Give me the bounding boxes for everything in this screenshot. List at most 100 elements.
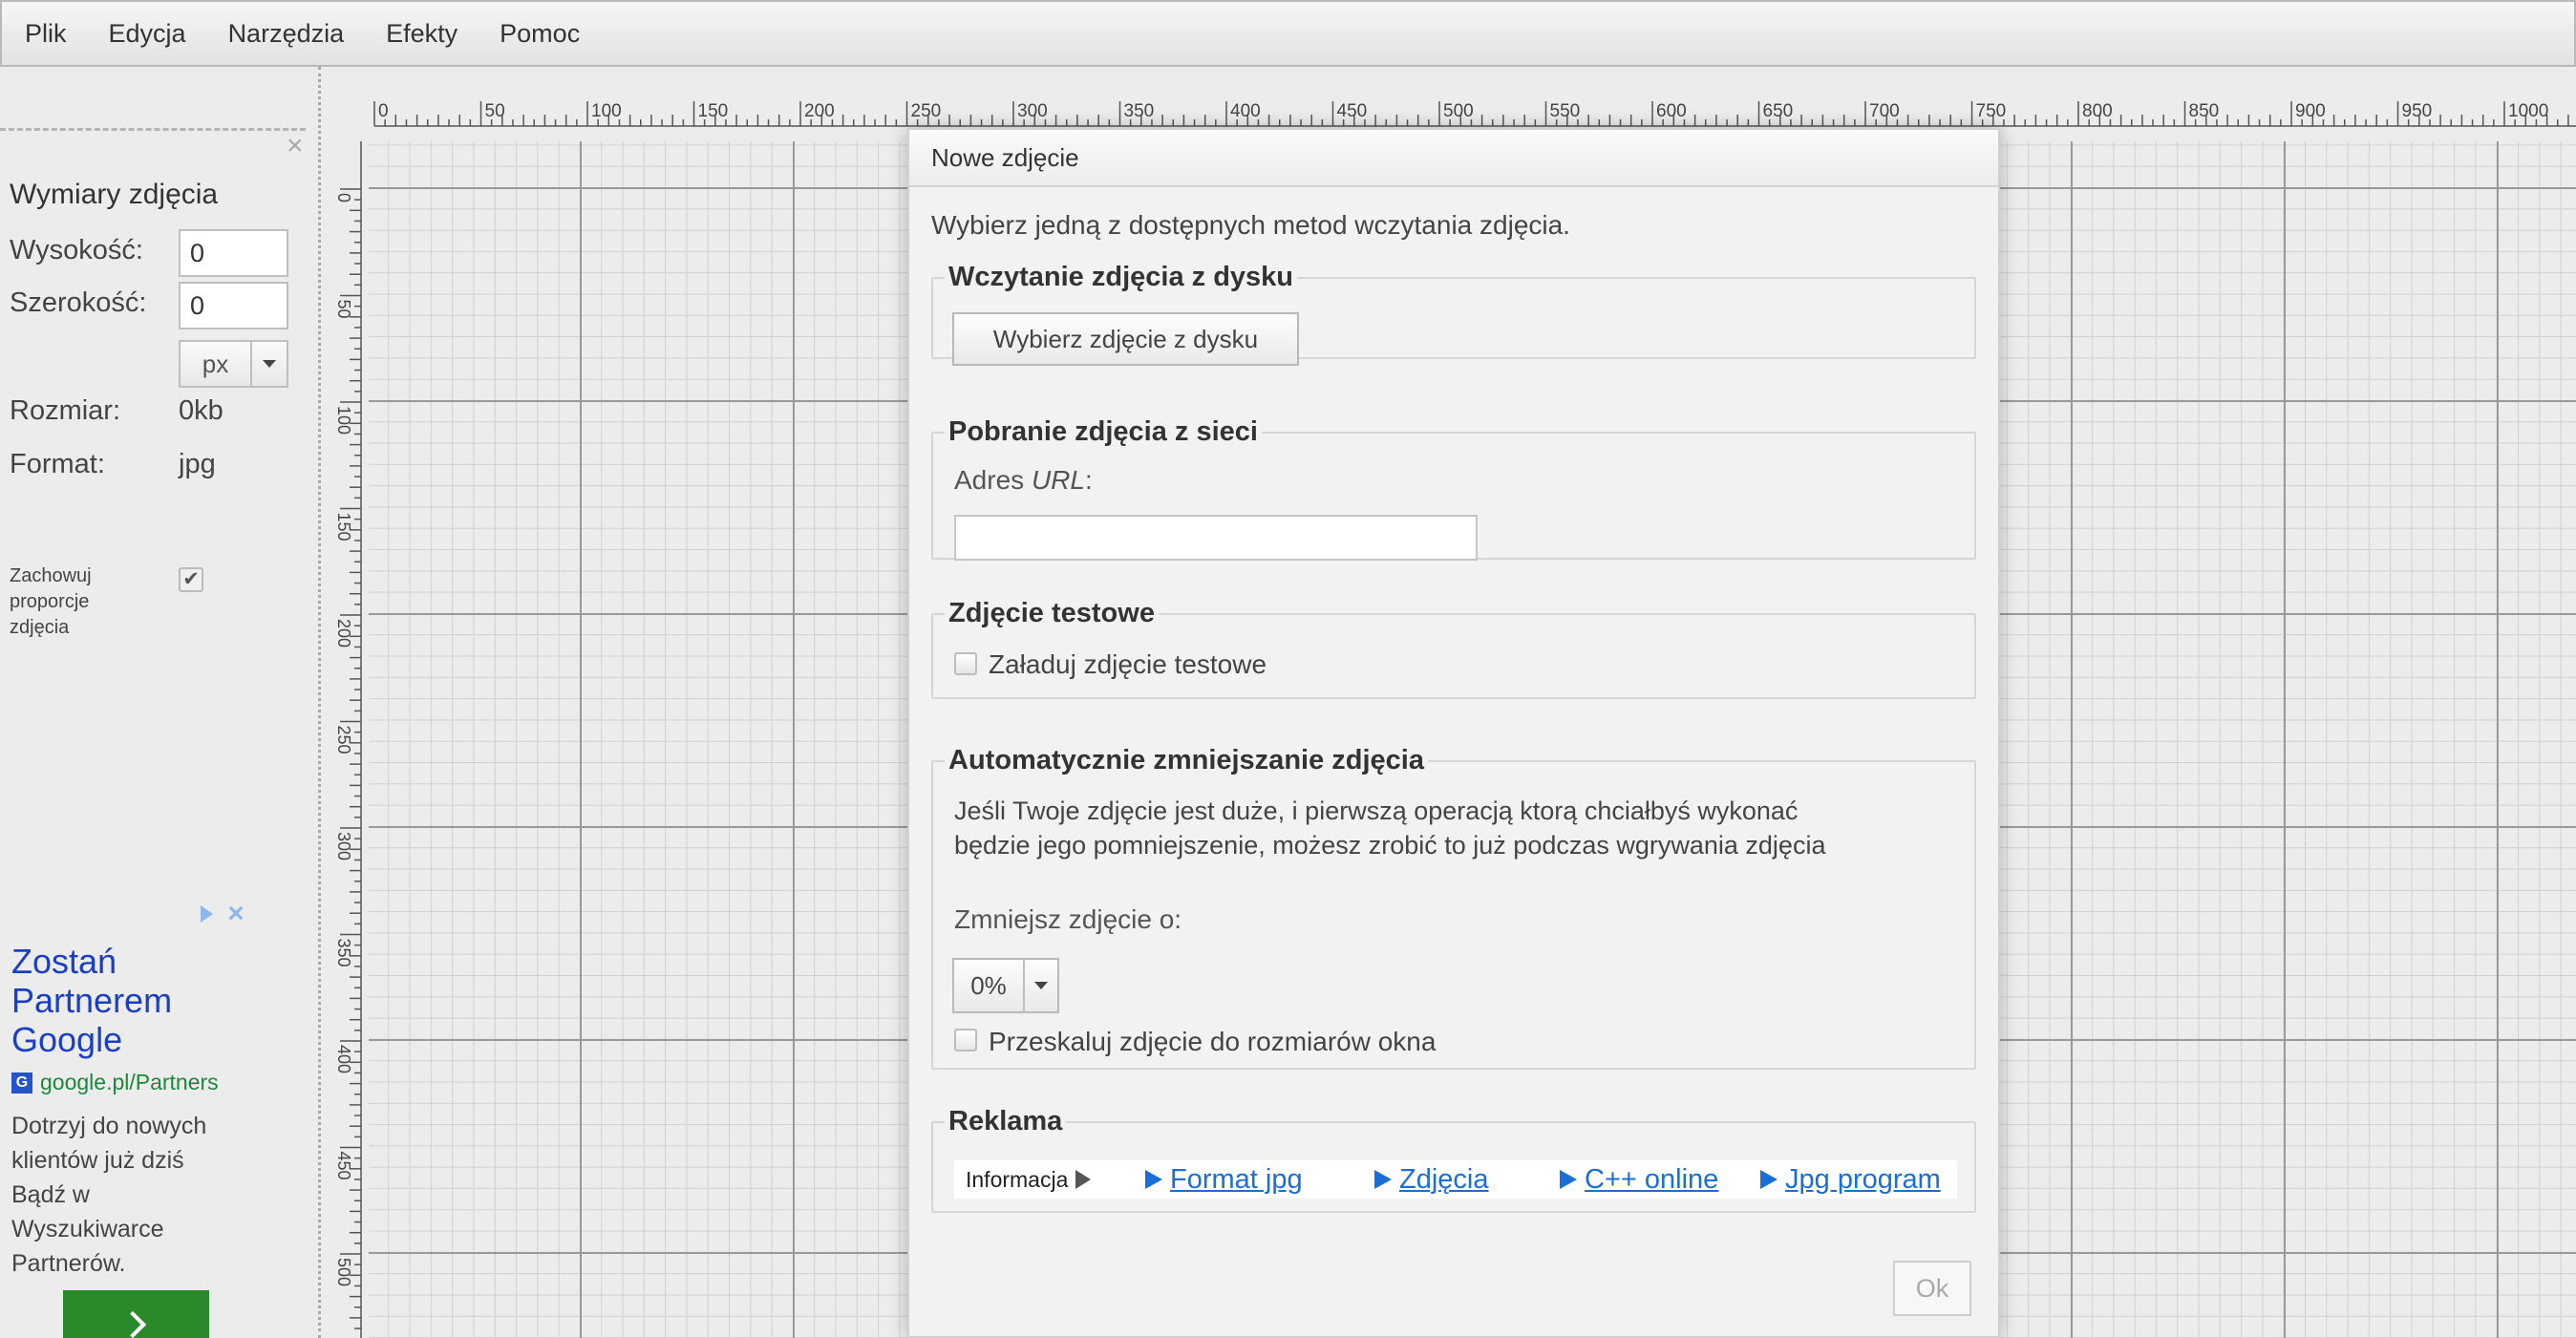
- ads-legend: Reklama: [948, 1106, 1063, 1136]
- chevron-right-icon: [118, 1310, 146, 1338]
- ruler-label: 450: [334, 1152, 353, 1180]
- ruler-label: 400: [334, 1045, 353, 1073]
- ad-link-text: Format jpg: [1170, 1163, 1303, 1195]
- url-label-suffix: :: [1084, 465, 1093, 495]
- web-legend: Pobranie zdjęcia z sieci: [948, 416, 1258, 447]
- ad-url[interactable]: G google.pl/Partners: [11, 1070, 219, 1095]
- ruler-label: 800: [2082, 101, 2113, 121]
- ruler-label: 950: [2402, 101, 2433, 121]
- height-input[interactable]: 0: [179, 229, 288, 277]
- auto-desc-line: Jeśli Twoje zdjęcie jest duże, i pierwsz…: [954, 796, 1799, 825]
- choose-from-disk-button[interactable]: Wybierz zdjęcie z dysku: [952, 312, 1299, 366]
- size-label: Rozmiar:: [10, 395, 121, 426]
- keep-ratio-line: Zachowuj: [10, 565, 92, 586]
- auto-resize-legend: Automatycznie zmniejszanie zdjęcia: [948, 745, 1424, 775]
- scale-to-window-checkbox[interactable]: [954, 1029, 977, 1051]
- ruler-label: 850: [2189, 101, 2220, 121]
- ads-info-text: Informacja: [966, 1166, 1069, 1192]
- ruler-label: 500: [1443, 101, 1474, 121]
- menu-pomoc[interactable]: Pomoc: [500, 19, 580, 49]
- scale-to-window-label: Przeskaluj zdjęcie do rozmiarów okna: [989, 1027, 1437, 1056]
- size-value: 0kb: [179, 395, 224, 426]
- panel-divider: [0, 128, 306, 131]
- ruler-label: 350: [1124, 101, 1155, 121]
- ad-title-line: Google: [11, 1020, 123, 1059]
- url-label-em: URL: [1031, 465, 1085, 495]
- ad-controls: ×: [195, 900, 248, 928]
- ruler-label: 350: [334, 939, 353, 967]
- ruler-label: 550: [1550, 101, 1581, 121]
- ok-button[interactable]: Ok: [1893, 1261, 1971, 1316]
- chevron-down-icon: [252, 342, 287, 386]
- ruler-label: 50: [485, 101, 505, 121]
- ad-link-text: C++ online: [1585, 1163, 1719, 1195]
- load-test-checkbox[interactable]: [954, 652, 977, 675]
- format-value: jpg: [179, 449, 216, 479]
- ruler-label: 700: [1869, 101, 1900, 121]
- ad-desc-line: klientów już dziś: [11, 1147, 184, 1174]
- disk-legend: Wczytanie zdjęcia z dysku: [948, 262, 1294, 292]
- ad-link-cpp-online[interactable]: C++ online: [1560, 1164, 1760, 1196]
- ruler-label: 200: [804, 101, 835, 121]
- ruler-label: 150: [334, 513, 353, 542]
- auto-resize-section: Automatycznie zmniejszanie zdjęcia Jeśli…: [931, 745, 1976, 1070]
- reduce-percent-select[interactable]: 0%: [952, 958, 1059, 1013]
- ruler-label: 100: [334, 406, 353, 435]
- format-label: Format:: [10, 449, 105, 479]
- ad-go-button[interactable]: [63, 1290, 209, 1338]
- ruler-label: 900: [2295, 101, 2326, 121]
- ads-info[interactable]: Informacja: [954, 1167, 1145, 1193]
- keep-ratio-label: Zachowuj proporcje zdjęcia: [10, 563, 92, 641]
- ad-close-icon[interactable]: ×: [224, 900, 248, 928]
- menu-narzedzia[interactable]: Narzędzia: [228, 19, 345, 49]
- ruler-label: 0: [378, 101, 389, 121]
- vertical-ruler: 050100150200250300350400450500550: [334, 141, 362, 1338]
- ad-title[interactable]: Zostań Partnerem Google: [11, 942, 202, 1059]
- dimensions-title: Wymiary zdjęcia: [10, 179, 219, 210]
- ad-link-zdjecia[interactable]: Zdjęcia: [1374, 1164, 1560, 1196]
- ruler-label: 0: [334, 193, 353, 202]
- unit-select[interactable]: px: [179, 340, 288, 388]
- reduce-label: Zmniejsz zdjęcie o:: [954, 904, 1182, 934]
- auto-desc-line: będzie jego pomniejszenie, możesz zrobić…: [954, 831, 1826, 860]
- ruler-label: 1000: [2508, 101, 2548, 121]
- close-panel-icon[interactable]: ×: [287, 132, 304, 160]
- ad-link-format-jpg[interactable]: Format jpg: [1145, 1164, 1374, 1196]
- ruler-label: 250: [334, 726, 353, 754]
- ruler-label: 200: [334, 619, 353, 648]
- ads-section: Reklama Informacja Format jpg Zdjęcia C+…: [931, 1106, 1976, 1213]
- menu-plik[interactable]: Plik: [25, 19, 67, 49]
- test-legend: Zdjęcie testowe: [948, 598, 1155, 628]
- play-icon: [1374, 1170, 1392, 1189]
- height-label: Wysokość:: [10, 235, 143, 265]
- ad-link-text: Zdjęcia: [1399, 1163, 1489, 1195]
- ad-title-line: Partnerem: [11, 981, 173, 1020]
- dialog-intro: Wybierz jedną z dostępnych metod wczytan…: [931, 210, 1570, 240]
- ruler-label: 50: [334, 300, 353, 319]
- url-input[interactable]: [954, 515, 1478, 561]
- menu-edycja[interactable]: Edycja: [109, 19, 186, 49]
- url-label-prefix: Adres: [954, 465, 1032, 495]
- play-icon: [1560, 1170, 1577, 1189]
- chevron-down-icon: [1025, 960, 1057, 1011]
- keep-ratio-checkbox[interactable]: ✔: [179, 567, 203, 592]
- ad-link-jpg-program[interactable]: Jpg program: [1760, 1164, 1941, 1196]
- dialog-title: Nowe zdjęcie: [909, 130, 1998, 187]
- width-input[interactable]: 0: [179, 282, 288, 329]
- ruler-label: 150: [698, 101, 729, 121]
- test-section: Zdjęcie testowe Załaduj zdjęcie testowe: [931, 598, 1976, 699]
- ruler-label: 450: [1337, 101, 1368, 121]
- url-label: Adres URL:: [954, 465, 1093, 496]
- ad-choices-icon: [1075, 1170, 1092, 1189]
- ad-desc-line: Partnerów.: [11, 1250, 126, 1277]
- ruler-label: 600: [1656, 101, 1687, 121]
- ruler-label: 500: [334, 1258, 353, 1286]
- ad-desc-line: Wyszukiwarce: [11, 1216, 164, 1242]
- menu-efekty[interactable]: Efekty: [386, 19, 458, 49]
- play-icon: [1760, 1170, 1778, 1189]
- ad-choices-icon[interactable]: [195, 902, 220, 926]
- auto-resize-description: Jeśli Twoje zdjęcie jest duże, i pierwsz…: [954, 794, 1957, 862]
- play-icon: [1145, 1170, 1162, 1189]
- reduce-percent-value: 0%: [954, 960, 1025, 1011]
- left-panel: × Wymiary zdjęcia Wysokość: 0 Szerokość:…: [0, 67, 321, 1338]
